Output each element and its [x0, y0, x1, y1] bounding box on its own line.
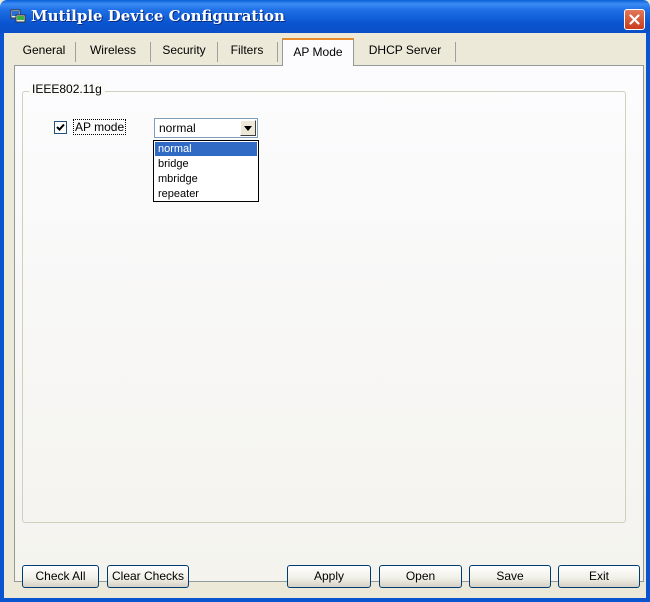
- app-window: Mutilple Device Configuration General Wi…: [0, 0, 650, 602]
- tab-security[interactable]: Security: [152, 39, 216, 64]
- window-title: Mutilple Device Configuration: [31, 7, 285, 25]
- window-frame-right: [646, 33, 650, 602]
- tab-separator: [75, 42, 76, 62]
- clear-checks-button[interactable]: Clear Checks: [107, 565, 189, 588]
- tab-separator: [150, 42, 151, 62]
- chevron-down-icon: [244, 125, 252, 131]
- ap-mode-select[interactable]: normal: [154, 118, 258, 138]
- tab-separator: [277, 42, 278, 62]
- exit-button[interactable]: Exit: [558, 565, 640, 588]
- tab-general[interactable]: General: [14, 39, 74, 64]
- title-bar[interactable]: Mutilple Device Configuration: [0, 0, 650, 33]
- close-icon: [629, 14, 640, 25]
- app-icon: [10, 9, 26, 23]
- save-button[interactable]: Save: [469, 565, 551, 588]
- tab-filters[interactable]: Filters: [219, 39, 275, 64]
- tab-wireless[interactable]: Wireless: [77, 39, 149, 64]
- tab-separator: [455, 42, 456, 62]
- ap-mode-label[interactable]: AP mode: [73, 119, 127, 135]
- close-button[interactable]: [624, 9, 645, 30]
- dropdown-option-bridge[interactable]: bridge: [155, 157, 257, 171]
- ap-mode-dropdown-list: normal bridge mbridge repeater: [153, 140, 259, 202]
- groupbox-label: IEEE802.11g: [29, 82, 105, 96]
- dropdown-option-mbridge[interactable]: mbridge: [155, 172, 257, 186]
- dropdown-arrow-button[interactable]: [240, 120, 256, 136]
- ap-mode-select-value: normal: [159, 121, 196, 135]
- open-button[interactable]: Open: [379, 565, 462, 588]
- tab-dhcp-server[interactable]: DHCP Server: [357, 39, 453, 64]
- ieee80211g-groupbox: [22, 91, 626, 523]
- tab-separator: [217, 42, 218, 62]
- check-all-button[interactable]: Check All: [22, 565, 99, 588]
- ap-mode-checkbox[interactable]: [54, 121, 67, 134]
- window-frame-left: [0, 33, 4, 602]
- tab-ap-mode[interactable]: AP Mode: [282, 38, 354, 66]
- dropdown-option-normal[interactable]: normal: [155, 142, 257, 156]
- window-frame-bottom: [0, 598, 650, 602]
- checkmark-icon: [56, 123, 65, 131]
- apply-button[interactable]: Apply: [287, 565, 371, 588]
- dropdown-option-repeater[interactable]: repeater: [155, 187, 257, 201]
